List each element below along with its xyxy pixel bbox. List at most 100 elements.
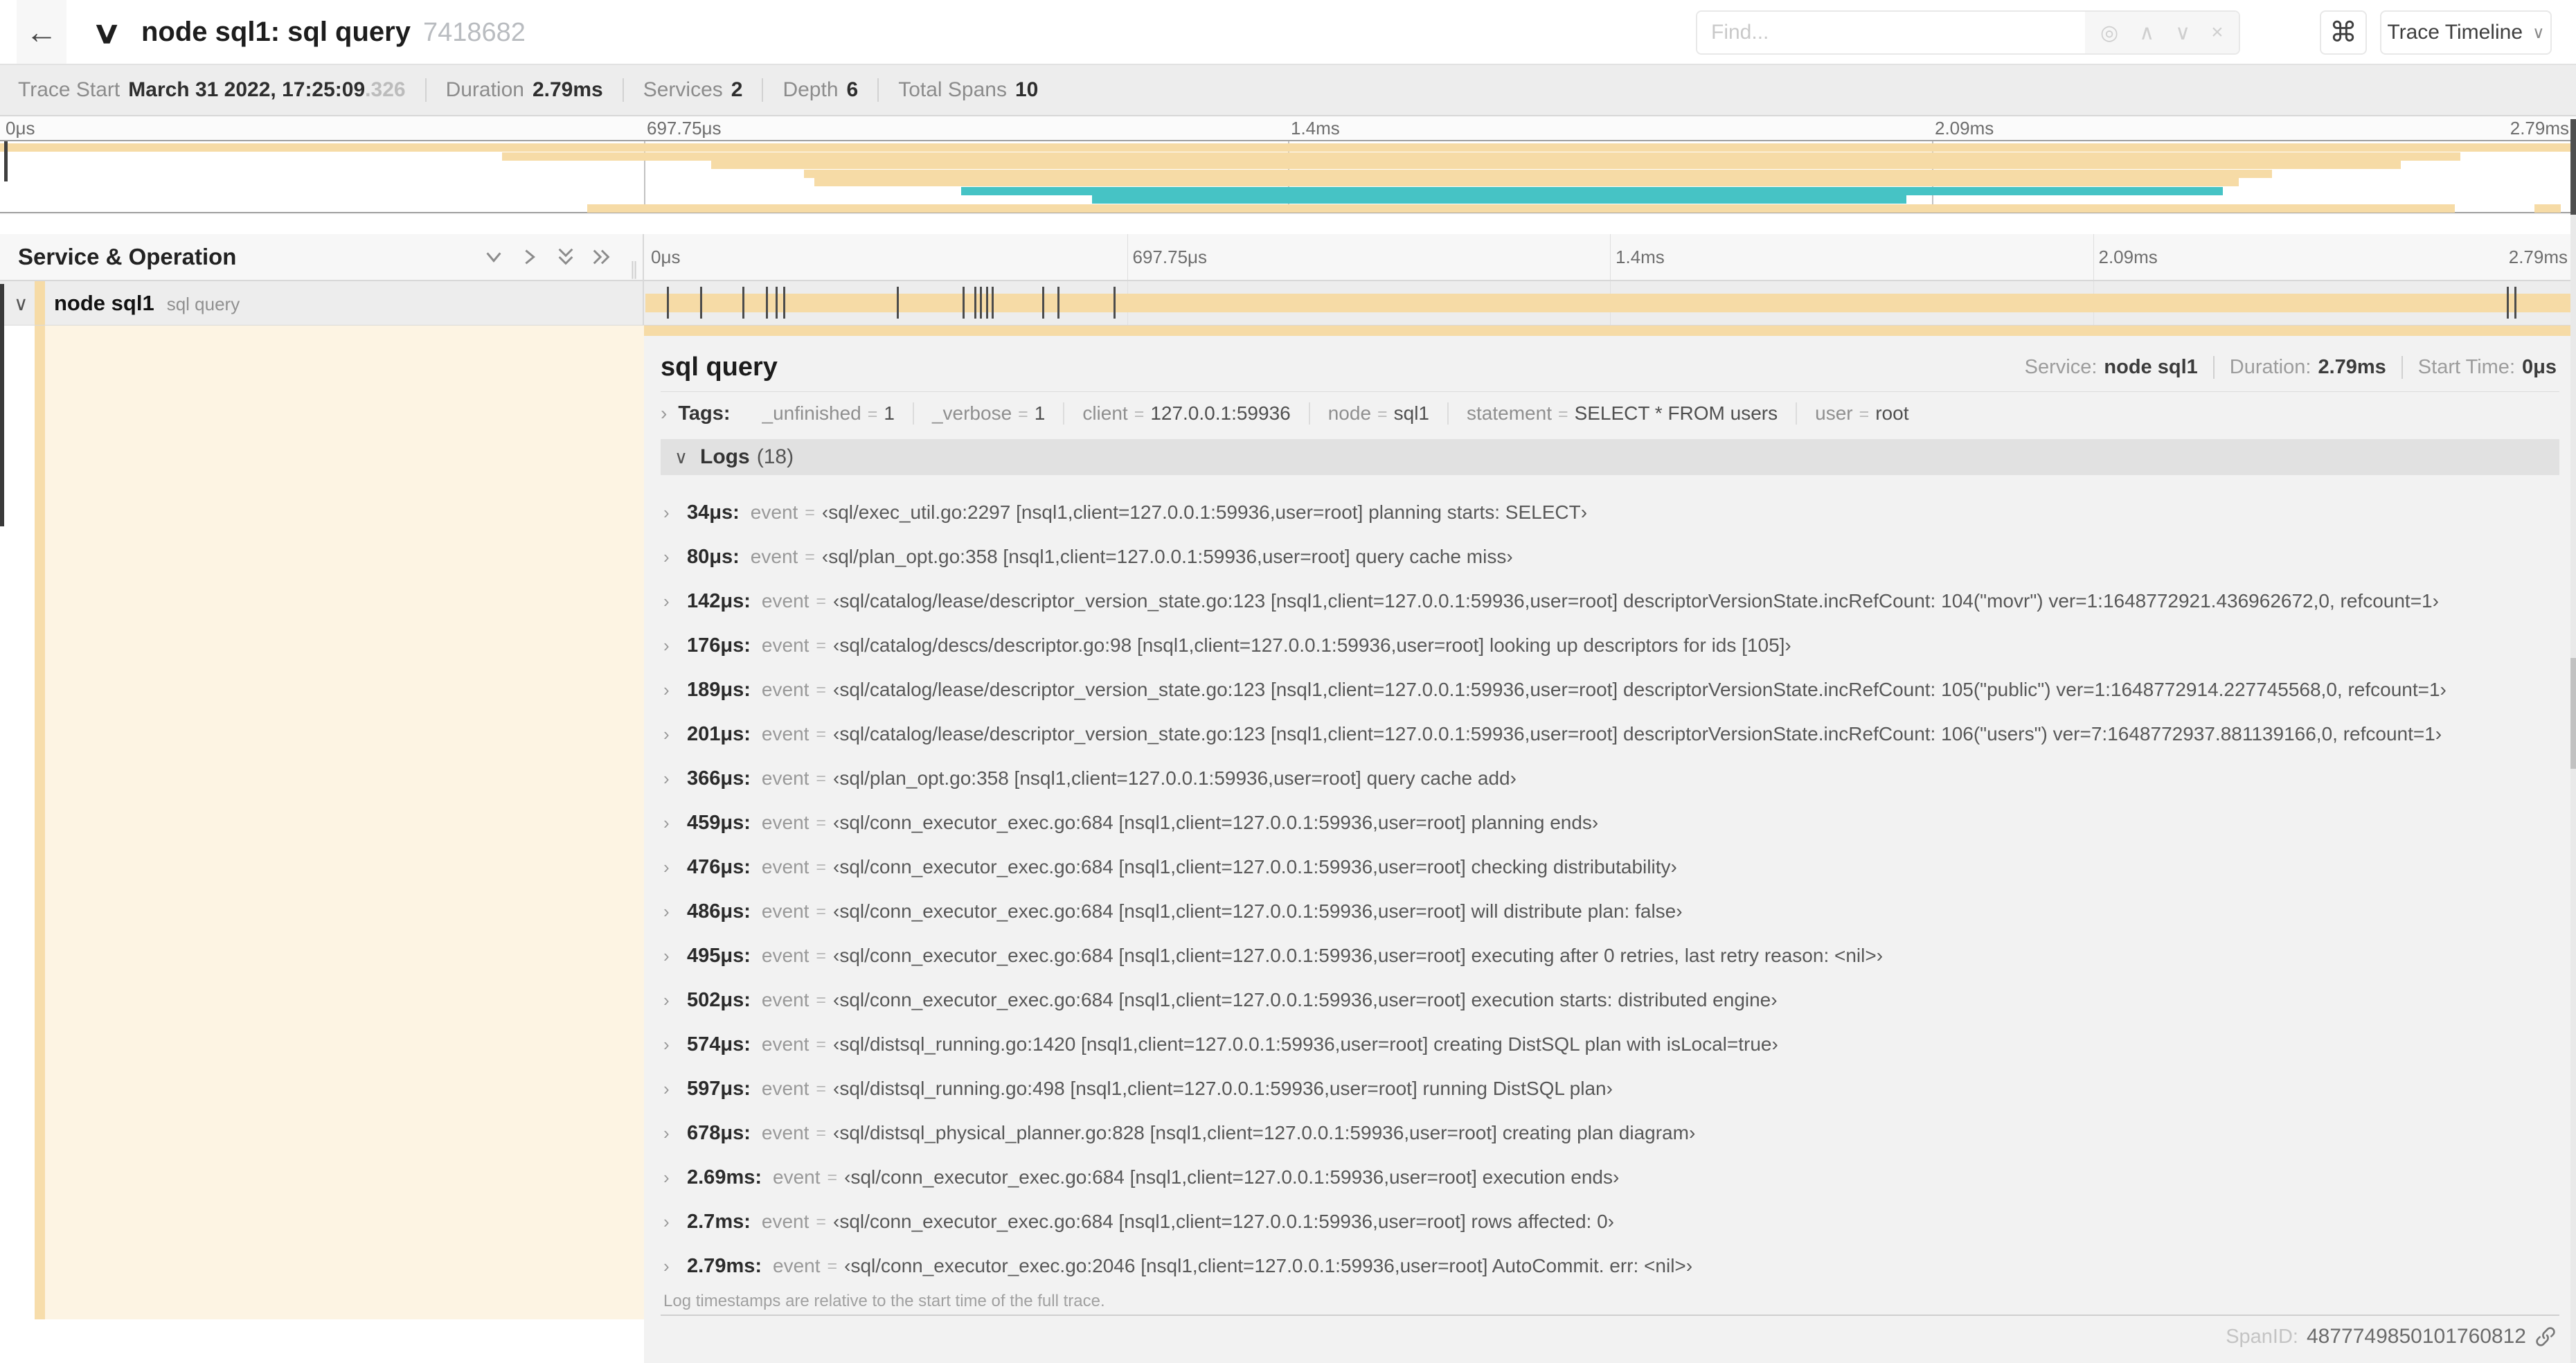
log-marker-tick[interactable] xyxy=(897,287,900,319)
back-button[interactable]: ← xyxy=(17,0,66,64)
log-chevron-right-icon[interactable]: › xyxy=(663,679,687,701)
span-duration-bar[interactable] xyxy=(645,294,2573,312)
minimap-canvas[interactable] xyxy=(0,140,2576,213)
log-marker-tick[interactable] xyxy=(974,287,977,319)
log-marker-tick[interactable] xyxy=(1057,287,1060,319)
top-bar: ← ∨ node sql1: sql query7418682 ◎ ∧ ∨ × … xyxy=(0,0,2576,65)
minimap-scrubber-handle[interactable] xyxy=(4,141,8,181)
log-marker-tick[interactable] xyxy=(765,287,768,319)
log-entry-row[interactable]: › 574μs: event = ‹sql/distsql_running.go… xyxy=(661,1022,2559,1067)
log-marker-tick[interactable] xyxy=(992,287,994,319)
axis-gridline xyxy=(1127,234,1128,280)
log-field-key: event xyxy=(761,989,810,1010)
log-entry-row[interactable]: › 366μs: event = ‹sql/plan_opt.go:358 [n… xyxy=(661,756,2559,801)
find-input[interactable] xyxy=(1697,12,2085,53)
log-entry-row[interactable]: › 459μs: event = ‹sql/conn_executor_exec… xyxy=(661,801,2559,845)
log-field-key: event xyxy=(761,1078,810,1099)
log-marker-tick[interactable] xyxy=(1041,287,1044,319)
log-chevron-right-icon[interactable]: › xyxy=(663,546,687,568)
span-row-name-cell[interactable]: ∨ node sql1 sql query xyxy=(0,281,644,325)
log-field-value: ‹sql/conn_executor_exec.go:684 [nsql1,cl… xyxy=(833,1211,1614,1232)
log-chevron-right-icon[interactable]: › xyxy=(663,1211,687,1233)
log-chevron-right-icon[interactable]: › xyxy=(663,502,687,524)
log-entry-row[interactable]: › 678μs: event = ‹sql/distsql_physical_p… xyxy=(661,1111,2559,1155)
log-equals: = xyxy=(816,1078,827,1098)
collapse-span-chevron-icon[interactable]: ∨ xyxy=(14,292,28,315)
log-chevron-right-icon[interactable]: › xyxy=(663,1256,687,1277)
log-entry-row[interactable]: › 2.69ms: event = ‹sql/conn_executor_exe… xyxy=(661,1155,2559,1200)
logs-section-header[interactable]: ∨ Logs (18) xyxy=(661,439,2559,475)
collapse-one-icon[interactable] xyxy=(483,247,504,267)
clear-search-icon[interactable]: × xyxy=(2211,21,2224,44)
log-marker-tick[interactable] xyxy=(980,287,983,319)
log-entry-row[interactable]: › 201μs: event = ‹sql/catalog/lease/desc… xyxy=(661,712,2559,756)
log-entry-row[interactable]: › 176μs: event = ‹sql/catalog/descs/desc… xyxy=(661,623,2559,668)
log-chevron-right-icon[interactable]: › xyxy=(663,1078,687,1100)
log-marker-tick[interactable] xyxy=(1113,287,1116,319)
log-entry-row[interactable]: › 486μs: event = ‹sql/conn_executor_exec… xyxy=(661,889,2559,934)
log-entry-row[interactable]: › 2.79ms: event = ‹sql/conn_executor_exe… xyxy=(661,1244,2559,1288)
log-chevron-right-icon[interactable]: › xyxy=(663,635,687,657)
minimap-scrollbar-thumb[interactable] xyxy=(2570,119,2576,215)
log-marker-tick[interactable] xyxy=(985,287,988,319)
log-marker-tick[interactable] xyxy=(963,287,965,319)
tag-key: _unfinished xyxy=(762,402,861,424)
collapse-trace-chevron-icon[interactable]: ∨ xyxy=(91,15,121,51)
log-chevron-right-icon[interactable]: › xyxy=(663,901,687,923)
column-resizer-handle[interactable]: ∥ xyxy=(629,258,638,280)
log-entry-row[interactable]: › 189μs: event = ‹sql/catalog/lease/desc… xyxy=(661,668,2559,712)
log-chevron-right-icon[interactable]: › xyxy=(663,768,687,790)
log-chevron-right-icon[interactable]: › xyxy=(663,1034,687,1055)
log-marker-tick[interactable] xyxy=(742,287,745,319)
log-marker-tick[interactable] xyxy=(782,287,785,319)
log-equals: = xyxy=(816,857,827,877)
collapse-all-icon[interactable] xyxy=(555,247,576,267)
expand-all-icon[interactable] xyxy=(591,247,612,267)
log-entry-row[interactable]: › 495μs: event = ‹sql/conn_executor_exec… xyxy=(661,934,2559,978)
log-marker-tick[interactable] xyxy=(667,287,670,319)
log-entry-row[interactable]: › 476μs: event = ‹sql/conn_executor_exec… xyxy=(661,845,2559,889)
trace-view-selector[interactable]: Trace Timeline ∨ xyxy=(2380,10,2552,55)
expand-one-icon[interactable] xyxy=(519,247,540,267)
log-marker-tick[interactable] xyxy=(699,287,702,319)
minimap-tick-label: 1.4ms xyxy=(1291,118,1340,139)
axis-gridline xyxy=(2093,234,2094,280)
next-match-icon[interactable]: ∨ xyxy=(2175,21,2190,45)
minimap-span-bar xyxy=(1092,195,1906,204)
log-marker-tick[interactable] xyxy=(775,287,778,319)
keyboard-shortcuts-button[interactable]: ⌘ xyxy=(2320,10,2367,55)
tags-chevron-right-icon[interactable]: › xyxy=(661,402,667,425)
log-entry-row[interactable]: › 597μs: event = ‹sql/distsql_running.go… xyxy=(661,1067,2559,1111)
log-chevron-right-icon[interactable]: › xyxy=(663,812,687,834)
log-entry-row[interactable]: › 502μs: event = ‹sql/conn_executor_exec… xyxy=(661,978,2559,1022)
trace-title-text: node sql1: sql query xyxy=(141,17,411,47)
right-scrollbar-thumb[interactable] xyxy=(2570,658,2576,769)
log-marker-tick[interactable] xyxy=(2506,287,2509,319)
left-scrollbar-thumb[interactable] xyxy=(0,284,4,526)
log-entry-row[interactable]: › 34μs: event = ‹sql/exec_util.go:2297 [… xyxy=(661,490,2559,535)
span-row[interactable]: ∨ node sql1 sql query xyxy=(0,281,2576,326)
log-chevron-right-icon[interactable]: › xyxy=(663,990,687,1011)
locate-icon[interactable]: ◎ xyxy=(2100,21,2118,45)
log-timestamp: 2.7ms: xyxy=(687,1210,751,1233)
tag-item: user = root xyxy=(1796,402,1926,425)
log-chevron-right-icon[interactable]: › xyxy=(663,857,687,878)
tags-row[interactable]: › Tags: _unfinished = 1 _verbose = 1 client =… xyxy=(661,392,2559,435)
log-chevron-right-icon[interactable]: › xyxy=(663,1123,687,1144)
log-entry-row[interactable]: › 2.7ms: event = ‹sql/conn_executor_exec… xyxy=(661,1200,2559,1244)
log-chevron-right-icon[interactable]: › xyxy=(663,945,687,967)
log-chevron-right-icon[interactable]: › xyxy=(663,1167,687,1188)
log-entry-row[interactable]: › 142μs: event = ‹sql/catalog/lease/desc… xyxy=(661,579,2559,623)
logs-chevron-down-icon[interactable]: ∨ xyxy=(674,447,688,468)
span-row-timeline-cell[interactable] xyxy=(644,281,2576,325)
log-chevron-right-icon[interactable]: › xyxy=(663,724,687,745)
log-chevron-right-icon[interactable]: › xyxy=(663,591,687,612)
deep-link-icon[interactable] xyxy=(2534,1326,2557,1348)
log-marker-tick[interactable] xyxy=(2514,287,2516,319)
log-timestamp: 574μs: xyxy=(687,1033,751,1055)
trace-minimap[interactable]: 0μs 697.75μs 1.4ms 2.09ms 2.79ms xyxy=(0,116,2576,215)
log-field-value: ‹sql/catalog/lease/descriptor_version_st… xyxy=(833,590,2439,612)
prev-match-icon[interactable]: ∧ xyxy=(2139,21,2154,45)
right-scrollbar-track[interactable] xyxy=(2570,215,2576,1363)
log-entry-row[interactable]: › 80μs: event = ‹sql/plan_opt.go:358 [ns… xyxy=(661,535,2559,579)
